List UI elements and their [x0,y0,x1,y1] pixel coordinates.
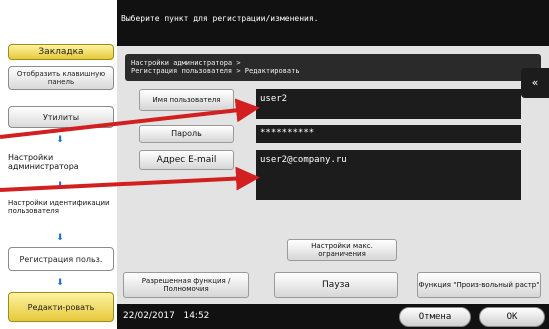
breadcrumb-user-auth[interactable]: Настройки идентификации пользователя [8,199,114,215]
instruction-text: Выберите пункт для регистрации/изменения… [121,14,319,23]
arrow-down-icon: ⬇ [56,233,64,243]
arrow-down-icon: ⬇ [56,135,64,145]
collapse-panel-icon[interactable]: « [521,68,549,98]
header-line-1: Настройки администратора > [131,59,241,67]
breadcrumb-header: Настройки администратора > Регистрация п… [125,54,541,81]
edit-user-panel: Настройки администратора > Регистрация п… [117,46,549,304]
email-field[interactable]: user2@company.ru [256,150,521,200]
pause-button[interactable]: Пауза [274,272,398,298]
cancel-button[interactable]: Отмена [399,307,471,327]
password-button[interactable]: Пароль [139,125,234,143]
permission-function-button[interactable]: Разрешенная функция /Полномочия [123,272,249,298]
max-restriction-settings-button[interactable]: Настройки макс. ограничения [287,239,397,261]
bookmark-button[interactable]: Закладка [8,44,114,60]
sidebar: Закладка Отобразить клавишную панель Ути… [0,0,117,329]
datetime: 22/02/2017 14:52 [123,311,209,321]
username-field[interactable]: user2 [256,89,521,119]
arrow-down-icon: ⬇ [56,181,64,191]
password-field[interactable]: ********** [256,125,521,143]
show-keypad-button[interactable]: Отобразить клавишную панель [8,66,114,90]
arrow-down-icon: ⬇ [56,278,64,288]
username-button[interactable]: Имя пользователя [139,89,234,111]
top-message-bar: Выберите пункт для регистрации/изменения… [117,0,549,46]
date-text: 22/02/2017 [123,311,175,321]
breadcrumb-admin-settings[interactable]: Настройки администратора [8,153,114,171]
header-line-2: Регистрация пользователя > Редактировать [131,67,300,75]
time-text: 14:52 [183,311,210,321]
status-bar: 22/02/2017 14:52 Отмена OK [117,304,549,329]
custom-raster-button[interactable]: Функция "Произ-вольный растр" [417,272,541,298]
email-button[interactable]: Адрес E-mail [139,150,234,170]
utilities-button[interactable]: Утилиты [8,106,114,128]
ok-button[interactable]: OK [479,307,545,327]
user-registration-button[interactable]: Регистрация польз. [8,247,114,271]
edit-button[interactable]: Редакти-ровать [8,292,114,322]
